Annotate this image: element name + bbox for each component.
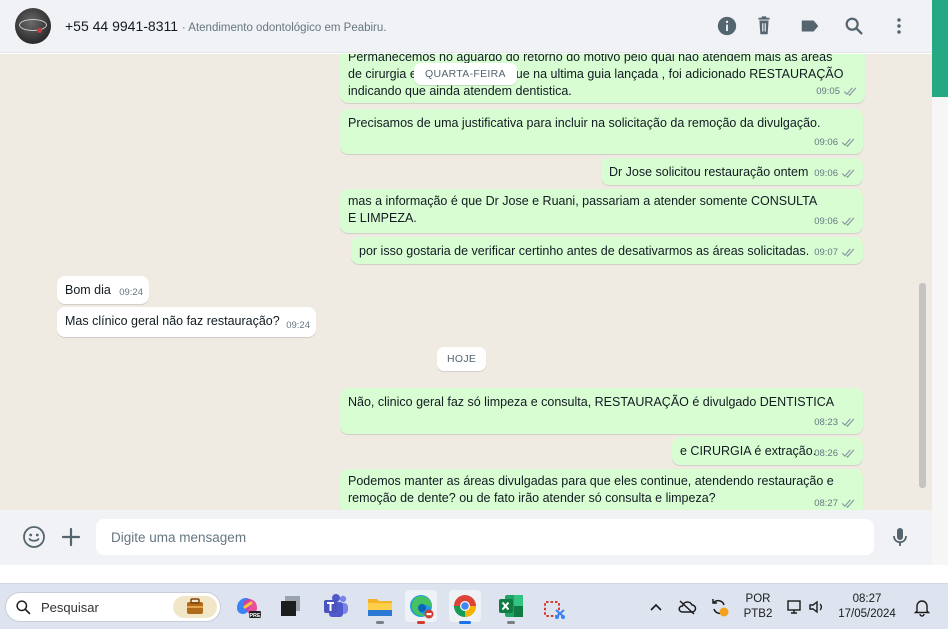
search-icon[interactable] <box>843 15 865 37</box>
message-text: Mas clínico geral não faz restauração? <box>65 314 280 328</box>
clock[interactable]: 08:27 17/05/2024 <box>838 592 896 622</box>
message-bubble[interactable]: mas a informação é que Dr Jose e Ruani, … <box>340 189 863 233</box>
double-check-icon <box>841 499 856 508</box>
windows-taskbar: Pesquisar PRE POR PTB2 08:27 17/05/2024 <box>0 583 948 629</box>
sync-warning-icon[interactable] <box>709 597 729 617</box>
message-meta: 09:24 <box>286 317 310 334</box>
double-check-icon <box>841 449 856 458</box>
notification-bell-icon[interactable] <box>912 597 932 617</box>
attach-plus-icon[interactable] <box>59 525 83 549</box>
task-view-icon[interactable] <box>275 590 307 622</box>
message-time: 09:05 <box>816 86 840 97</box>
message-bubble[interactable]: Bom dia 09:24 <box>57 276 149 304</box>
double-check-icon <box>843 87 858 96</box>
message-time: 09:06 <box>814 137 838 148</box>
message-input[interactable] <box>96 519 874 555</box>
message-meta: 09:07 <box>814 244 856 261</box>
whatsapp-window: +55 44 9941-8311 · Atendimento odontológ… <box>0 0 932 565</box>
search-icon <box>15 599 32 616</box>
label-icon[interactable] <box>799 15 821 37</box>
excel-icon[interactable] <box>495 590 527 624</box>
teams-icon[interactable] <box>320 590 352 622</box>
message-bubble[interactable]: Podemos manter as áreas divulgadas para … <box>340 469 863 510</box>
message-meta: 09:05 <box>816 83 858 100</box>
avatar[interactable] <box>15 8 51 44</box>
message-bubble[interactable]: Precisamos de uma justificativa para inc… <box>340 109 863 154</box>
composer <box>0 510 932 565</box>
double-check-icon <box>841 138 856 147</box>
message-meta: 09:06 <box>814 165 856 182</box>
date-chip: HOJE <box>437 347 487 371</box>
edge-icon[interactable] <box>405 590 437 624</box>
message-list[interactable]: Permanecemos no aguardo do retorno do mo… <box>0 54 932 510</box>
emoji-icon[interactable] <box>22 525 46 549</box>
snipping-tool-icon[interactable] <box>538 590 570 622</box>
message-meta: 09:24 <box>119 284 143 301</box>
message-time: 09:24 <box>119 287 143 298</box>
taskbar-search[interactable]: Pesquisar <box>5 592 221 622</box>
double-check-icon <box>841 418 856 427</box>
message-bubble[interactable]: Mas clínico geral não faz restauração? 0… <box>57 307 316 337</box>
message-time: 09:07 <box>814 247 838 258</box>
contact-phone: +55 44 9941-8311 <box>65 18 179 34</box>
side-panel <box>932 97 948 565</box>
message-meta: 08:23 <box>814 414 856 431</box>
file-explorer-icon[interactable] <box>364 590 396 624</box>
double-check-icon <box>841 217 856 226</box>
chat-title-bar[interactable]: +55 44 9941-8311 · Atendimento odontológ… <box>65 18 386 34</box>
more-icon[interactable] <box>888 15 910 37</box>
input-language[interactable]: POR PTB2 <box>738 592 778 622</box>
contact-status: · Atendimento odontológico em Peabiru. <box>181 22 387 34</box>
message-meta: 08:27 <box>814 495 856 510</box>
message-bubble[interactable]: por isso gostaria de verificar certinho … <box>351 237 863 264</box>
message-meta: 08:26 <box>814 445 856 462</box>
message-text: Podemos manter as áreas divulgadas para … <box>348 474 834 505</box>
message-bubble[interactable]: Dr Jose solicitou restauração ontem 09:0… <box>601 158 863 185</box>
search-label: Pesquisar <box>41 600 99 615</box>
chat-header: +55 44 9941-8311 · Atendimento odontológ… <box>0 0 932 53</box>
scrollbar[interactable] <box>919 283 926 488</box>
message-bubble[interactable]: e CIRURGIA é extração. 08:26 <box>672 437 863 465</box>
cloud-offline-icon[interactable] <box>677 597 697 617</box>
message-meta: 09:06 <box>814 134 856 151</box>
message-text: mas a informação é que Dr Jose e Ruani, … <box>348 194 817 225</box>
microphone-icon[interactable] <box>888 525 912 549</box>
side-accent-bar <box>932 0 948 97</box>
message-time: 08:27 <box>814 498 838 509</box>
info-icon[interactable] <box>716 15 738 37</box>
message-time: 08:26 <box>814 448 838 459</box>
svg-text:PRE: PRE <box>249 613 261 619</box>
chevron-up-icon[interactable] <box>646 597 666 617</box>
message-text: Não, clinico geral faz só limpeza e cons… <box>348 395 835 409</box>
briefcase-icon <box>173 596 217 618</box>
message-time: 09:06 <box>814 216 838 227</box>
message-text: Precisamos de uma justificativa para inc… <box>348 116 821 130</box>
copilot-icon[interactable]: PRE <box>231 590 263 622</box>
message-text: indicando que ainda atendem dentistica. <box>348 84 572 98</box>
double-check-icon <box>841 169 856 178</box>
chrome-icon[interactable] <box>449 590 481 624</box>
message-meta: 09:06 <box>814 213 856 230</box>
trash-icon[interactable] <box>753 15 775 37</box>
message-time: 08:23 <box>814 417 838 428</box>
volume-icon[interactable] <box>806 597 826 617</box>
date-chip: QUARTA-FEIRA <box>414 63 517 85</box>
double-check-icon <box>841 248 856 257</box>
message-text: por isso gostaria de verificar certinho … <box>359 244 810 258</box>
message-time: 09:06 <box>814 168 838 179</box>
display-icon[interactable] <box>786 597 806 617</box>
message-time: 09:24 <box>286 320 310 331</box>
message-bubble[interactable]: Não, clinico geral faz só limpeza e cons… <box>340 388 863 434</box>
